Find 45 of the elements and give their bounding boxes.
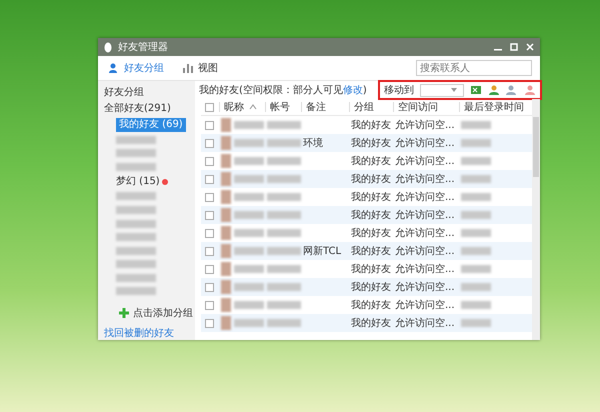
window-title: 好友管理器 bbox=[118, 41, 169, 54]
table-cell-text: 允许访问空... bbox=[394, 136, 456, 150]
table-cell-text: 我的好友 bbox=[350, 262, 392, 276]
table-cell-text: 我的好友 bbox=[350, 244, 392, 258]
table-cell-text: 我的好友 bbox=[350, 118, 392, 132]
table-cell-text: 允许访问空... bbox=[394, 298, 456, 312]
table-cell-text: 环境 bbox=[302, 136, 324, 150]
table-cell-text: 允许访问空... bbox=[394, 190, 456, 204]
table-cell-text: 我的好友 bbox=[350, 226, 392, 240]
column-header[interactable]: 分组 bbox=[354, 100, 374, 114]
column-header[interactable]: 帐号 bbox=[270, 100, 290, 114]
table-cell-text: 允许访问空... bbox=[394, 262, 456, 276]
group-item[interactable]: 梦幻 (15) bbox=[116, 174, 160, 189]
table-cell-text: 网新TCL bbox=[302, 244, 342, 258]
column-header[interactable]: 备注 bbox=[306, 100, 326, 114]
table-cell-text: 我的好友 bbox=[350, 316, 392, 330]
table-cell-text: 允许访问空... bbox=[394, 244, 456, 258]
column-header[interactable]: 空间访问 bbox=[398, 100, 438, 114]
table-cell-text: 允许访问空... bbox=[394, 226, 456, 240]
table-cell-text: 我的好友 bbox=[350, 154, 392, 168]
table-cell-text: 允许访问空... bbox=[394, 280, 456, 294]
tab[interactable]: 好友分组 bbox=[106, 59, 166, 77]
table-cell-text: 允许访问空... bbox=[394, 316, 456, 330]
table-cell-text: 允许访问空... bbox=[394, 208, 456, 222]
add-group-button[interactable]: 点击添加分组 bbox=[118, 306, 195, 320]
table-cell-text: 我的好友 bbox=[350, 208, 392, 222]
table-cell-text: 我的好友 bbox=[350, 172, 392, 186]
column-header[interactable]: 最后登录时间 bbox=[464, 100, 524, 114]
group-item[interactable]: 我的好友 (69) bbox=[116, 118, 186, 132]
search-field[interactable]: 搜索联系人 bbox=[416, 60, 532, 76]
column-header[interactable]: 昵称 bbox=[224, 100, 244, 114]
move-to-label: 移动到 bbox=[384, 84, 414, 97]
edit-link[interactable]: 修改 bbox=[342, 85, 363, 96]
recover-friends-link[interactable]: 找回被删的好友 bbox=[104, 326, 195, 340]
tab[interactable]: 视图 bbox=[180, 59, 220, 77]
table-cell-text: 我的好友 bbox=[350, 190, 392, 204]
table-cell-text: 允许访问空... bbox=[394, 172, 456, 186]
table-cell-text: 我的好友 bbox=[350, 298, 392, 312]
permission-text: 我的好友(空间权限：部分人可见修改) bbox=[199, 84, 368, 97]
table-cell-text: 允许访问空... bbox=[394, 154, 456, 168]
group-item[interactable]: 全部好友(291) bbox=[104, 102, 171, 116]
table-cell-text: 允许访问空... bbox=[394, 118, 456, 132]
table-cell-text: 我的好友 bbox=[350, 280, 392, 294]
sidebar-heading: 好友分组 bbox=[104, 86, 145, 100]
table-cell-text: 我的好友 bbox=[350, 136, 392, 150]
